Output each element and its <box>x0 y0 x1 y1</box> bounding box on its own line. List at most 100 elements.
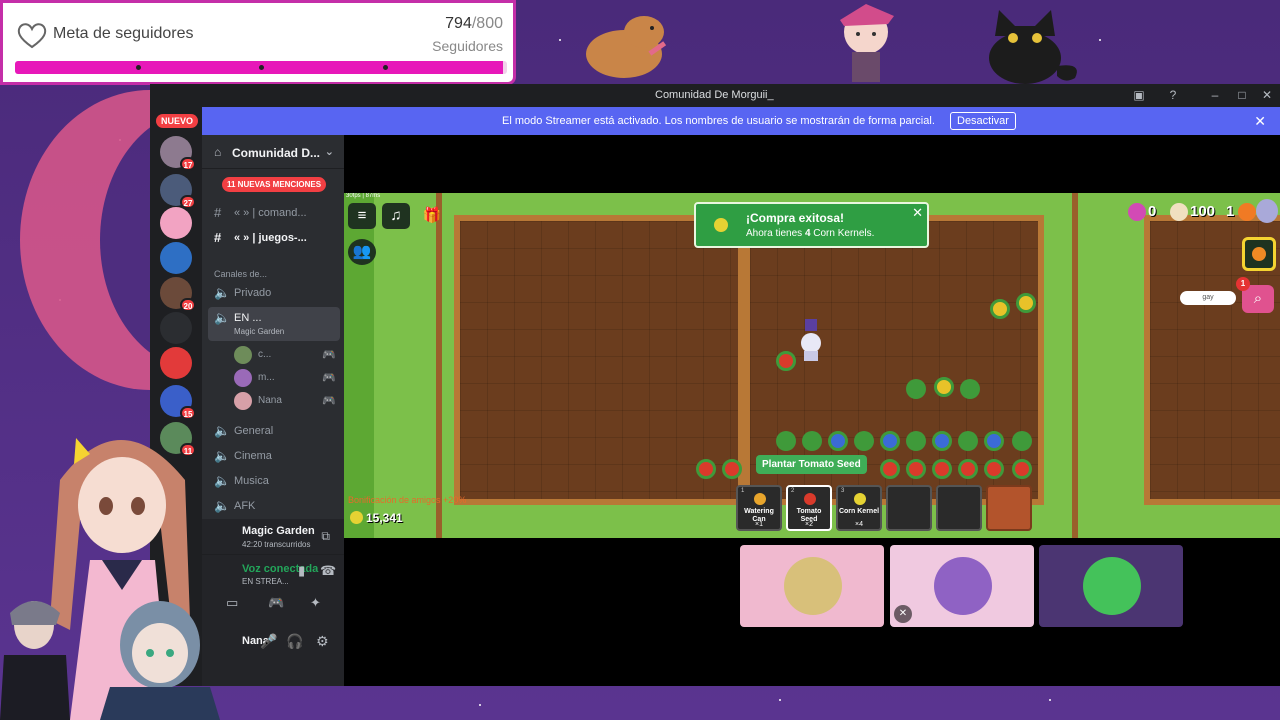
close-toast-icon[interactable]: ✕ <box>912 205 923 221</box>
voice-channel-cinema[interactable]: 🔈 Cinema <box>208 445 340 467</box>
mentions-badge[interactable]: 11 NUEVAS MENCIONES <box>222 177 327 192</box>
channel-label: AFK <box>234 500 256 512</box>
blueberry-plant[interactable] <box>828 431 848 451</box>
hotbar-slot-empty[interactable] <box>886 485 932 531</box>
server-icon[interactable]: 20 <box>160 277 196 312</box>
tomato-plant[interactable] <box>880 459 900 479</box>
server-icon[interactable] <box>160 242 192 274</box>
screen-share-icon[interactable]: ▣ <box>1132 88 1146 102</box>
microphone-icon[interactable]: 🎤 <box>260 633 277 650</box>
soundboard-icon[interactable]: ✦ <box>310 595 321 611</box>
menu-icon[interactable]: ≡ <box>348 203 376 229</box>
player-avatar[interactable] <box>1256 199 1278 223</box>
blueberry-plant[interactable] <box>880 431 900 451</box>
close-icon[interactable]: ✕ <box>1260 88 1274 102</box>
server-badge: 20 <box>180 298 196 312</box>
guild-icon: ⌂ <box>214 145 222 159</box>
corn-plant[interactable] <box>934 377 954 397</box>
voice-member[interactable]: m... 🎮 <box>232 366 342 388</box>
goal-title: Meta de seguidores <box>53 25 194 42</box>
guild-header[interactable]: ⌂ Comunidad D... ⌄ <box>202 135 344 169</box>
server-icon[interactable]: 17 <box>160 136 196 171</box>
help-icon[interactable]: ? <box>1166 88 1180 102</box>
close-banner-icon[interactable]: ✕ <box>1254 113 1266 130</box>
sprout-plant[interactable] <box>960 379 980 399</box>
voice-channel-privado[interactable]: 🔈 Privado <box>208 282 340 304</box>
server-icon[interactable] <box>160 207 192 239</box>
corn-plant[interactable] <box>1016 293 1036 313</box>
tomato-plant[interactable] <box>1012 459 1032 479</box>
voice-member[interactable]: Nana 🎮 <box>232 389 342 411</box>
friend-bonus-label: Bonificación de amigos +20% <box>348 495 467 505</box>
streamer-mode-message: El modo Streamer está activado. Los nomb… <box>502 115 935 127</box>
tomato-plant[interactable] <box>696 459 716 479</box>
corn-plant[interactable] <box>990 299 1010 319</box>
plant-tomato-seed-button[interactable]: Plantar Tomato Seed <box>756 455 867 474</box>
chat-bubble: gay <box>1180 291 1236 305</box>
participant-tile[interactable]: ✕ <box>890 545 1034 627</box>
player-character[interactable] <box>798 319 824 363</box>
activity-title: Magic Garden <box>242 525 315 537</box>
tomato-plant[interactable] <box>906 459 926 479</box>
sprout-plant[interactable] <box>906 379 926 399</box>
participant-tile[interactable] <box>740 545 884 627</box>
voice-channel-name[interactable]: EN STREA... <box>242 577 289 586</box>
coin-balance: 15,341 <box>366 511 403 525</box>
bread-count: 100 <box>1190 203 1216 220</box>
storage-chest-icon[interactable] <box>986 485 1032 531</box>
maximize-icon[interactable]: □ <box>1235 88 1249 102</box>
minimize-icon[interactable]: – <box>1208 88 1222 102</box>
channel-label: EN ... <box>234 312 262 324</box>
sprout-plant[interactable] <box>854 431 874 451</box>
channel-juegos[interactable]: # « » | juegos-... <box>208 227 340 249</box>
voice-channel-general[interactable]: 🔈 General <box>208 420 340 442</box>
tomato-plant[interactable] <box>958 459 978 479</box>
sprout-plant[interactable] <box>802 431 822 451</box>
activity-menu-icon[interactable]: ⧉ <box>321 529 330 544</box>
slot-number: 1 <box>741 488 745 494</box>
friends-icon[interactable]: 👥 <box>348 239 376 265</box>
server-badge: 27 <box>180 195 196 209</box>
sprout-plant[interactable] <box>906 431 926 451</box>
gamepad-icon: 🎮 <box>322 395 336 407</box>
hash-icon: # <box>214 205 222 220</box>
voice-channel-afk[interactable]: 🔈 AFK <box>208 495 340 517</box>
server-icon[interactable]: 27 <box>160 174 196 209</box>
sprout-plant[interactable] <box>958 431 978 451</box>
headphones-icon[interactable]: 🎧 <box>286 633 303 650</box>
tomato-plant[interactable] <box>932 459 952 479</box>
hotbar-slot-empty[interactable] <box>936 485 982 531</box>
hotbar-slot-watering-can[interactable]: 1 Watering Can ×1 <box>736 485 782 531</box>
participant-tile[interactable] <box>1039 545 1183 627</box>
signal-icon[interactable]: ▮ <box>298 563 305 579</box>
sprout-plant[interactable] <box>776 431 796 451</box>
voice-channel-musica[interactable]: 🔈 Musica <box>208 470 340 492</box>
tomato-plant[interactable] <box>722 459 742 479</box>
ability-button[interactable] <box>1242 237 1276 271</box>
magic-garden-game[interactable]: 30fps | 87ms ≡ ♫ 🎁 👥 ¡Compra exitosa! Ah… <box>344 193 1280 538</box>
tomato-plant[interactable] <box>984 459 1004 479</box>
goal-progress-bar <box>15 61 507 74</box>
server-icon[interactable] <box>160 347 192 379</box>
settings-gear-icon[interactable]: ⚙ <box>316 633 329 650</box>
channel-category[interactable]: Canales de... <box>214 269 267 279</box>
avatar <box>784 557 842 615</box>
blueberry-plant[interactable] <box>932 431 952 451</box>
purchase-toast: ¡Compra exitosa! Ahora tienes 4 Corn Ker… <box>694 202 929 248</box>
hotbar-slot-tomato-seed[interactable]: 2 Tomato Seed ×2 <box>786 485 832 531</box>
toast-body-text: Ahora tienes <box>746 228 805 239</box>
disable-streamer-mode-button[interactable]: Desactivar <box>950 112 1016 130</box>
voice-member[interactable]: c... 🎮 <box>232 343 342 365</box>
disconnect-icon[interactable]: ☎ <box>320 563 336 579</box>
blueberry-plant[interactable] <box>984 431 1004 451</box>
gift-icon[interactable]: 🎁 <box>418 203 446 229</box>
activity-gamepad-icon[interactable]: 🎮 <box>268 595 284 611</box>
music-icon[interactable]: ♫ <box>382 203 410 229</box>
channel-comandos[interactable]: # « » | comand... <box>208 202 340 224</box>
sprout-plant[interactable] <box>1012 431 1032 451</box>
hotbar-slot-corn-kernel[interactable]: 3 Corn Kernel ×4 <box>836 485 882 531</box>
voice-channel-en-stream[interactable]: 🔈 EN ... Magic Garden <box>208 307 340 341</box>
slot-number: 2 <box>791 488 795 494</box>
tomato-plant[interactable] <box>776 351 796 371</box>
server-icon[interactable] <box>160 312 192 344</box>
